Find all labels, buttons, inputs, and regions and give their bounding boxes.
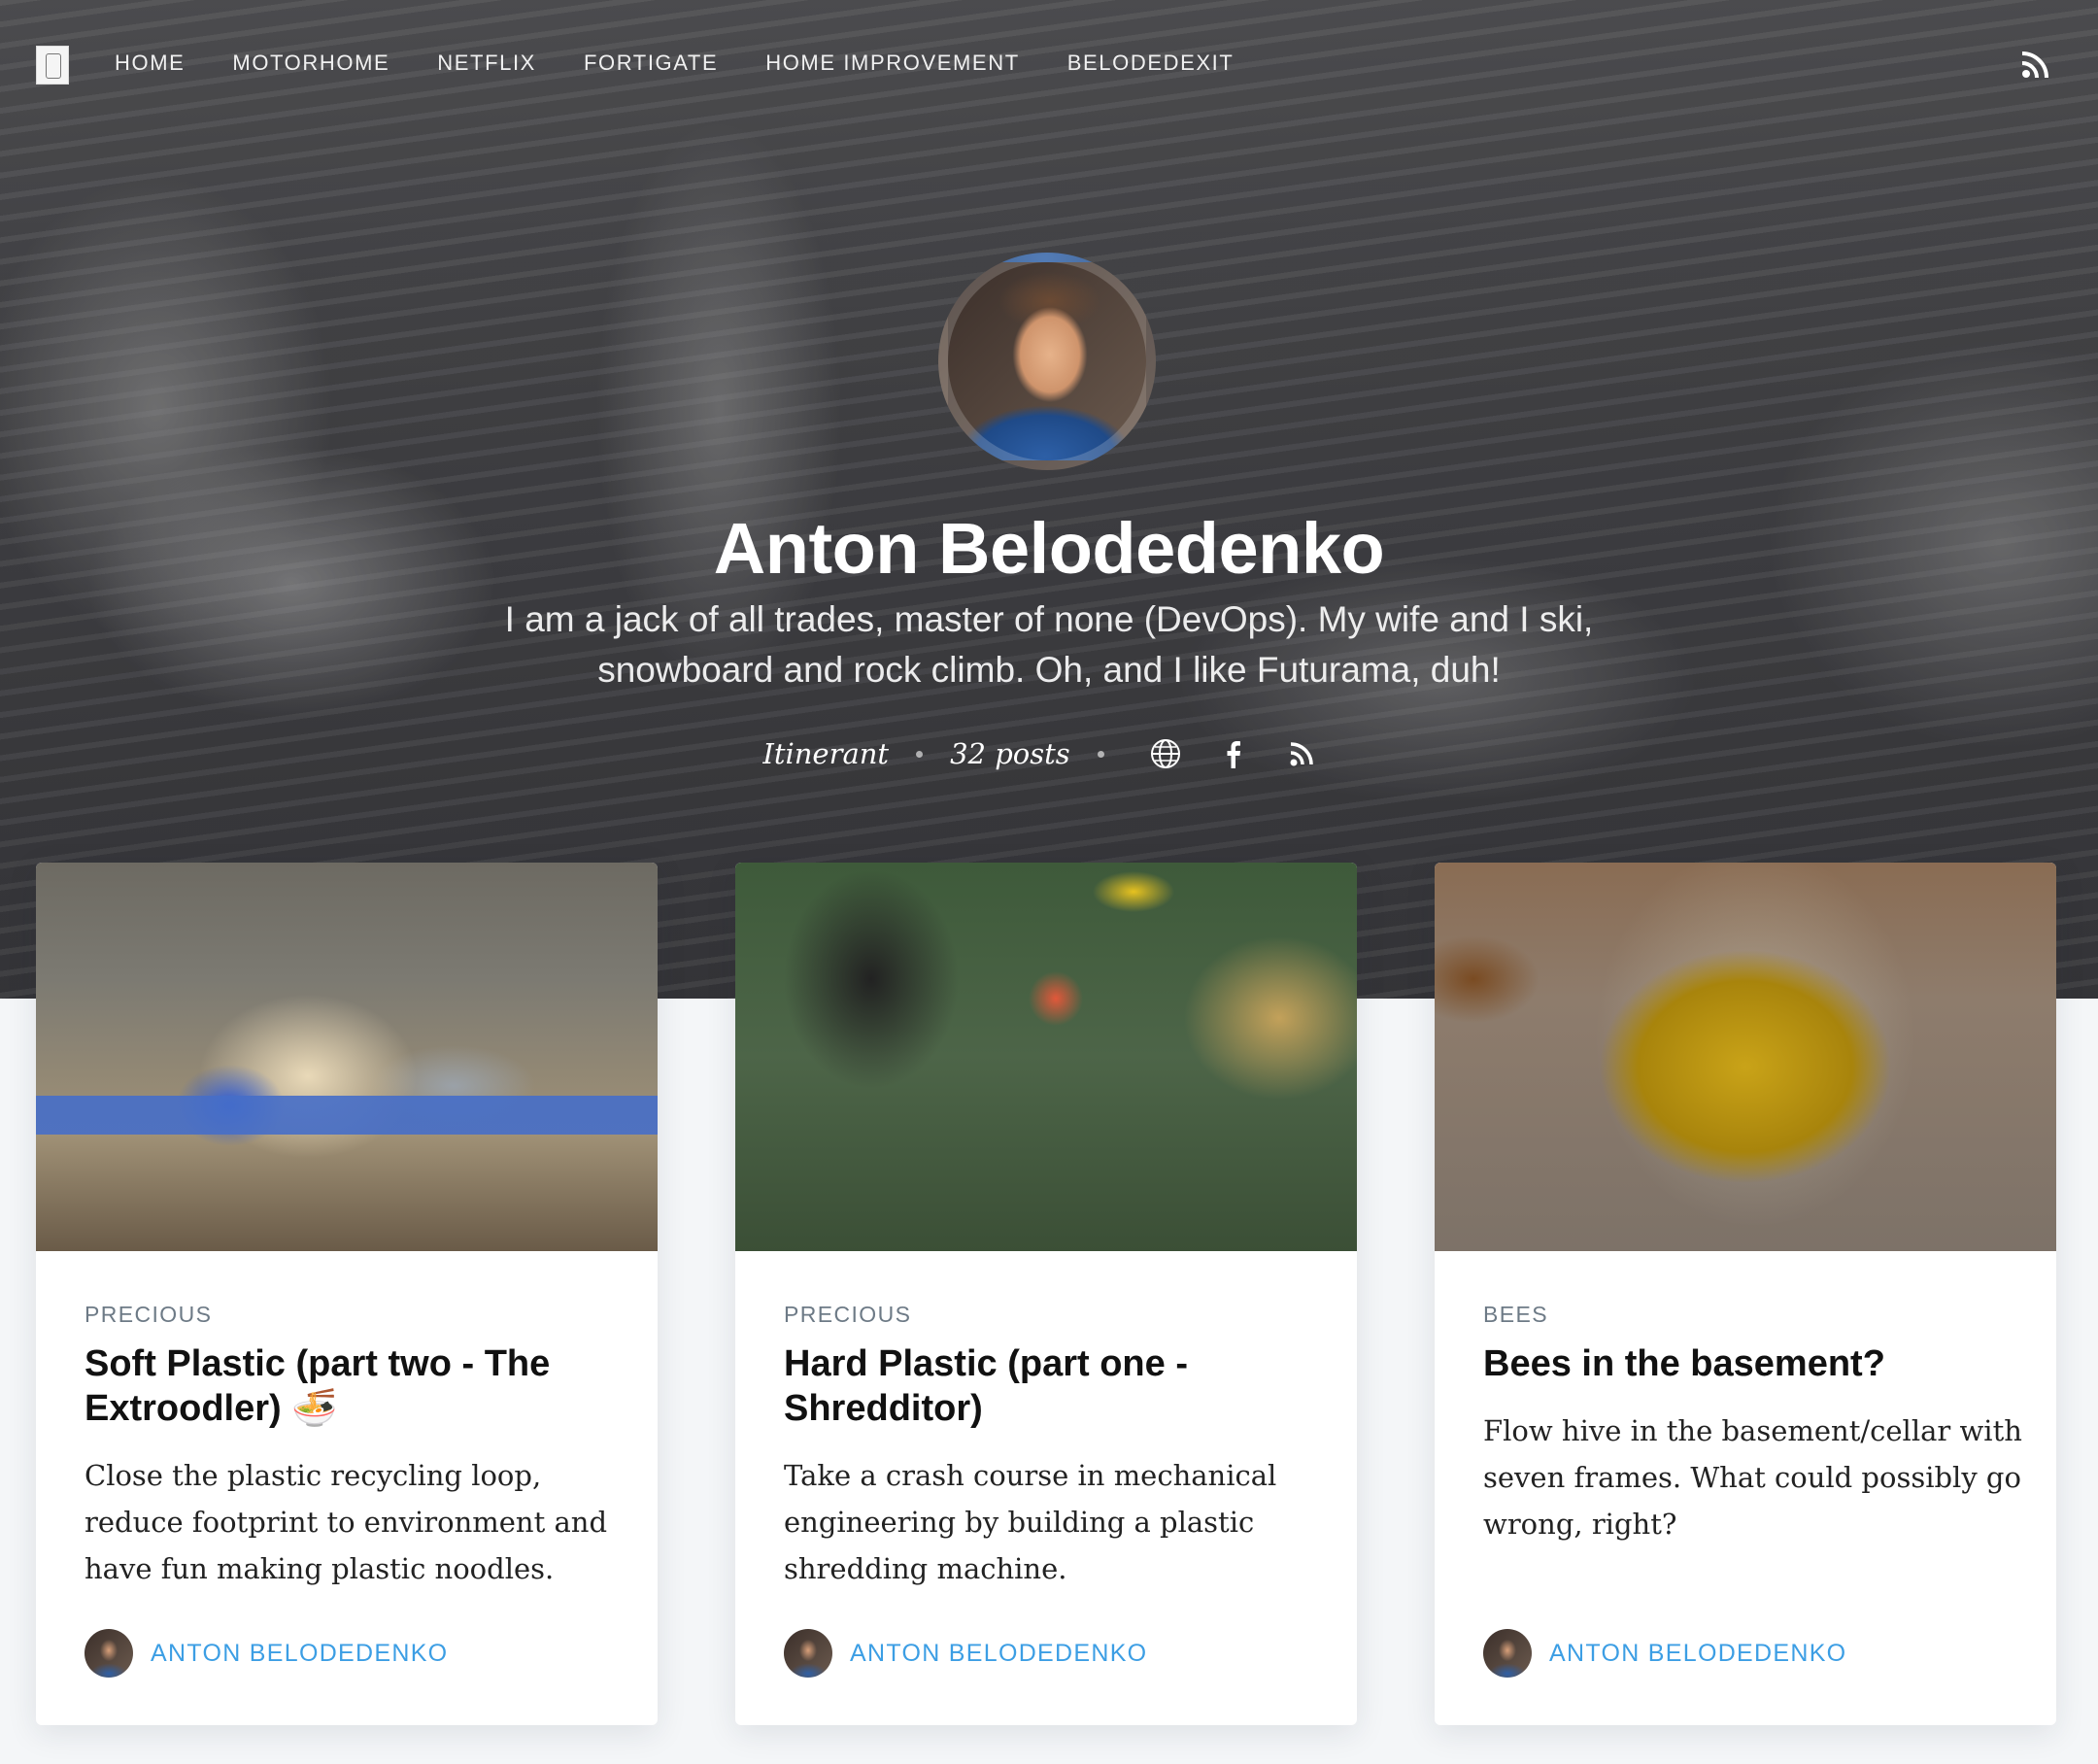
post-card-content: Precious Soft Plastic (part two - The Ex… — [85, 1302, 628, 1592]
site-header: Home Motorhome Netflix Fortigate Home Im… — [0, 0, 2098, 130]
post-card-excerpt: Flow hive in the basement/cellar with se… — [1483, 1414, 2022, 1541]
nav-link-motorhome[interactable]: Motorhome — [232, 51, 389, 76]
author-name-link[interactable]: Anton Belodedenko — [1549, 1640, 1846, 1668]
post-card[interactable]: Bees Bees in the basement? Flow hive in … — [1435, 863, 2056, 1725]
nav-link-netflix[interactable]: Netflix — [437, 51, 536, 76]
author-location: Itinerant — [762, 737, 890, 770]
post-card-tag[interactable]: Precious — [784, 1302, 1328, 1328]
author-name-link[interactable]: Anton Belodedenko — [151, 1640, 448, 1668]
meta-separator — [1097, 750, 1104, 758]
post-card-tag[interactable]: Bees — [1483, 1302, 2027, 1328]
post-card-author[interactable]: Anton Belodedenko — [784, 1628, 1147, 1679]
author-avatar — [938, 253, 1156, 470]
post-card-image[interactable] — [735, 863, 1357, 1251]
author-name: Anton Belodedenko — [713, 508, 1385, 589]
rss-icon[interactable] — [1285, 737, 1318, 770]
post-card-content: Bees Bees in the basement? Flow hive in … — [1483, 1302, 2027, 1547]
post-card-content: Precious Hard Plastic (part one - Shredd… — [784, 1302, 1328, 1592]
post-feed: Precious Soft Plastic (part two - The Ex… — [36, 863, 2056, 1725]
globe-icon[interactable] — [1149, 737, 1182, 770]
nav-link-home-improvement[interactable]: Home Improvement — [765, 51, 1020, 76]
author-post-count: 32 posts — [950, 737, 1070, 770]
post-card[interactable]: Precious Hard Plastic (part one - Shredd… — [735, 863, 1357, 1725]
post-card-author[interactable]: Anton Belodedenko — [1483, 1628, 1846, 1679]
site-logo-icon[interactable] — [36, 46, 69, 85]
nav-link-home[interactable]: Home — [115, 51, 185, 76]
meta-separator — [916, 750, 924, 758]
post-card[interactable]: Precious Soft Plastic (part two - The Ex… — [36, 863, 658, 1725]
author-bio: I am a jack of all trades, master of non… — [504, 599, 1594, 690]
post-card-title[interactable]: Hard Plastic (part one - Shredditor) — [784, 1341, 1328, 1431]
rss-icon[interactable] — [2020, 51, 2049, 80]
post-card-title[interactable]: Soft Plastic (part two - The Extroodler)… — [85, 1341, 628, 1431]
hero-cover-image — [0, 0, 2098, 999]
author-avatar[interactable] — [85, 1629, 133, 1678]
author-avatar[interactable] — [784, 1629, 832, 1678]
post-card-image[interactable] — [36, 863, 658, 1251]
post-card-author[interactable]: Anton Belodedenko — [85, 1628, 448, 1679]
post-card-title[interactable]: Bees in the basement? — [1483, 1341, 2027, 1386]
author-avatar[interactable] — [1483, 1629, 1532, 1678]
nav-link-belodedexit[interactable]: BelodedExit — [1067, 51, 1235, 76]
facebook-icon[interactable] — [1217, 737, 1250, 770]
post-card-excerpt: Take a crash course in mechanical engine… — [784, 1459, 1277, 1585]
nav-link-fortigate[interactable]: Fortigate — [584, 51, 718, 76]
post-card-excerpt: Close the plastic recycling loop, reduce… — [85, 1459, 608, 1585]
author-name-link[interactable]: Anton Belodedenko — [850, 1640, 1147, 1668]
post-card-image[interactable] — [1435, 863, 2056, 1251]
post-card-tag[interactable]: Precious — [85, 1302, 628, 1328]
author-meta: Itinerant 32 posts — [0, 730, 2098, 777]
main-nav: Home Motorhome Netflix Fortigate Home Im… — [115, 51, 1281, 76]
